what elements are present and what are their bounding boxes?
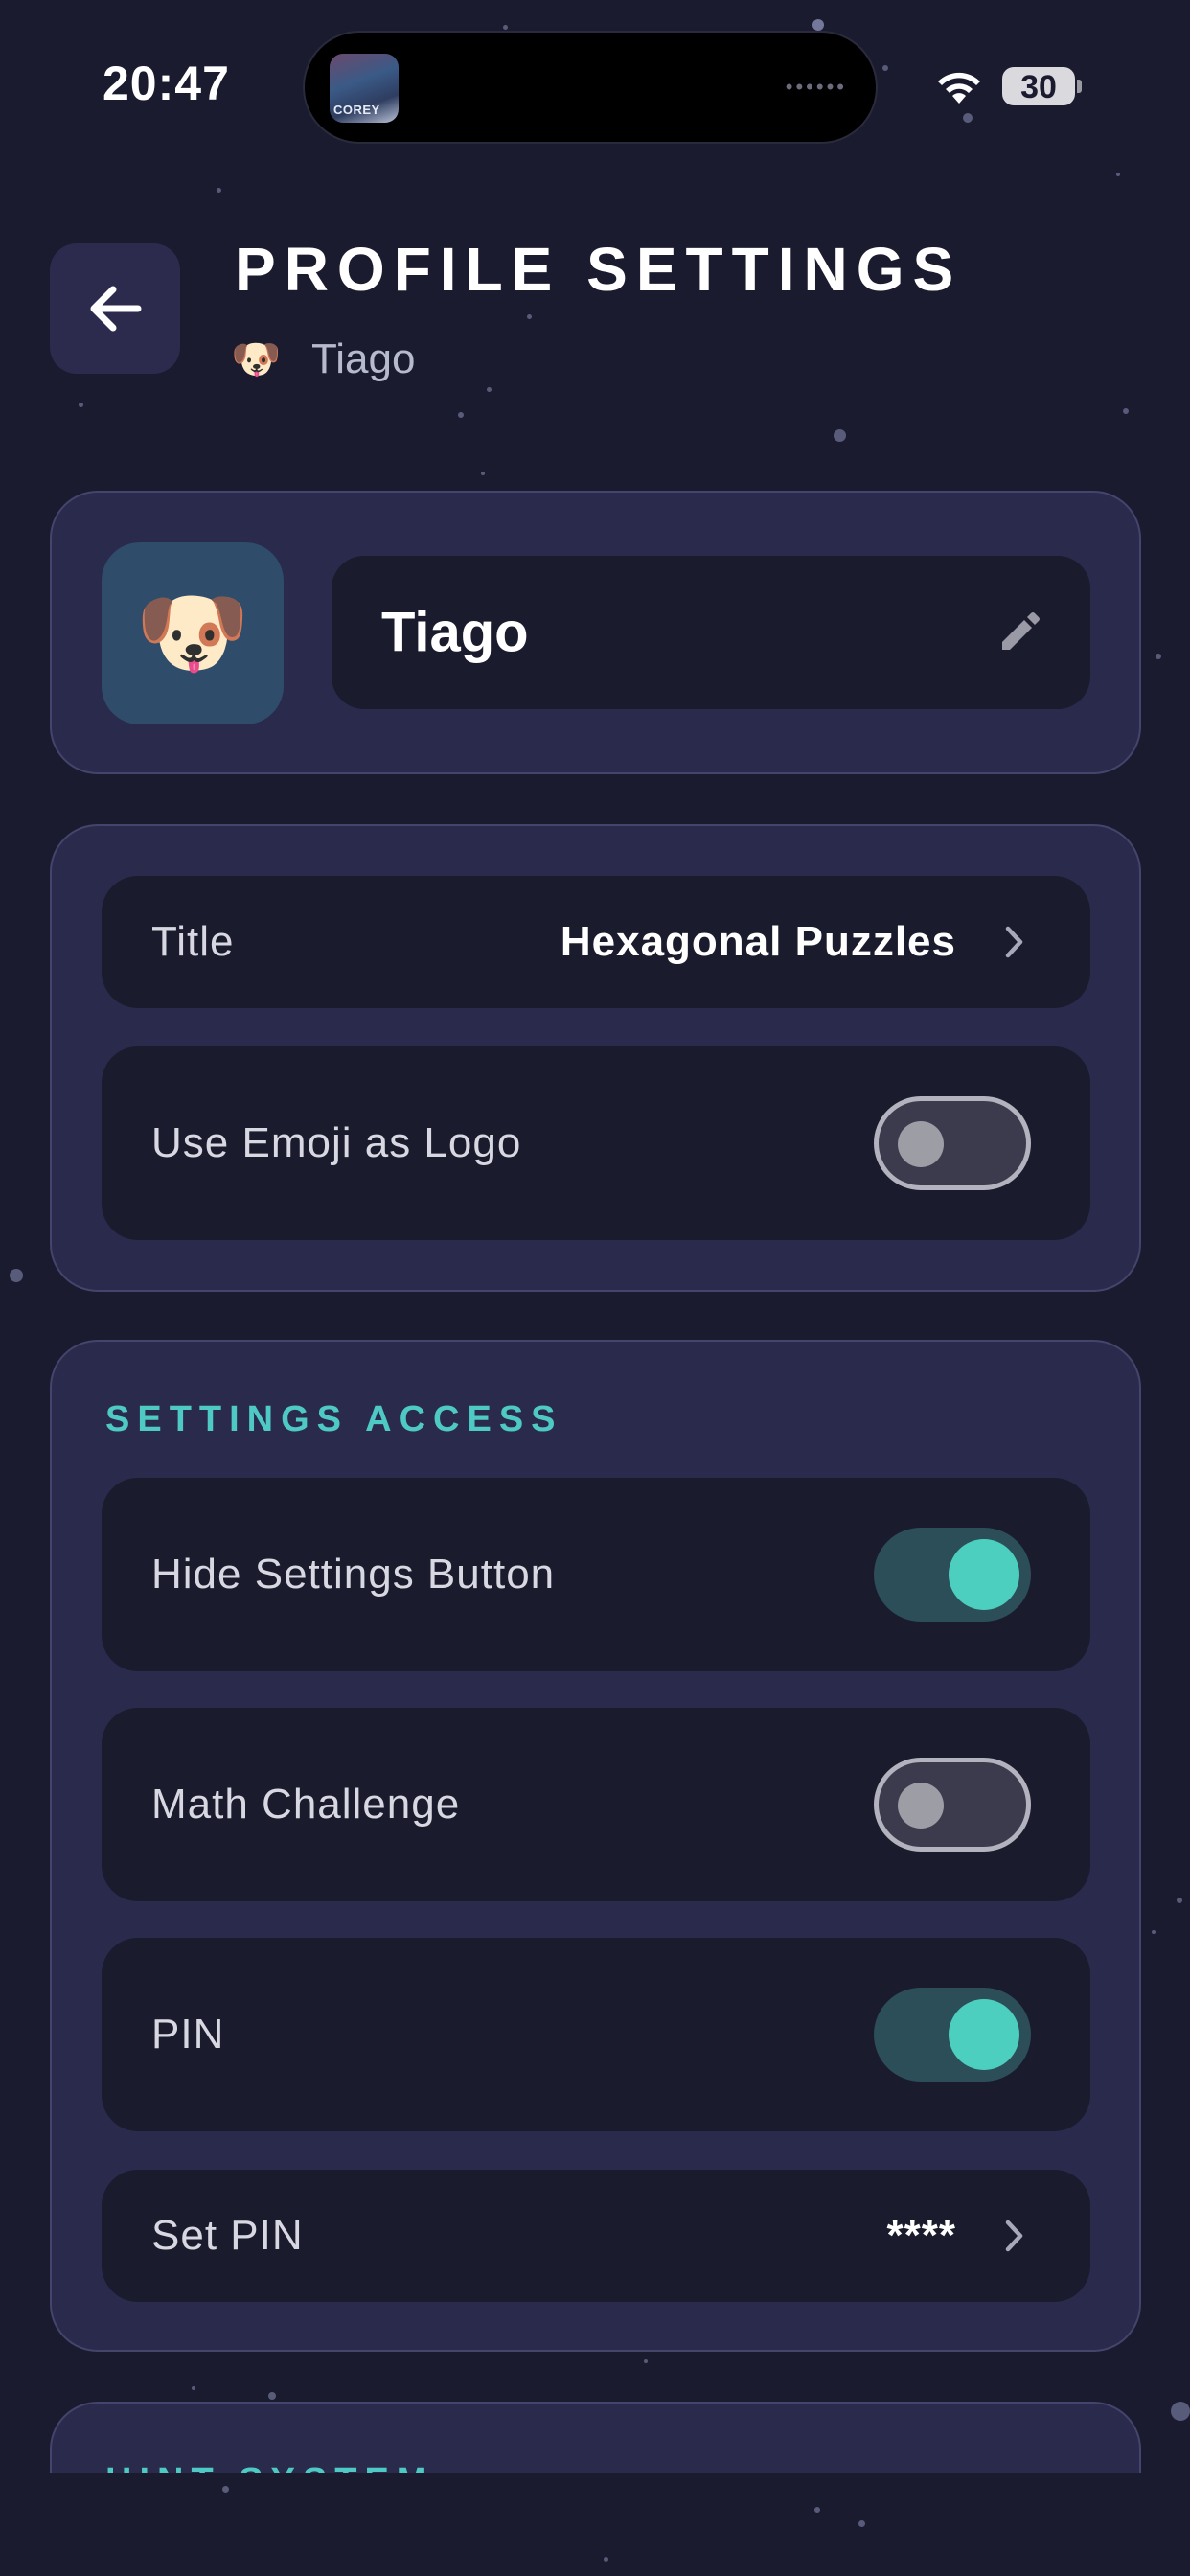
settings-access-card: SETTINGS ACCESS Hide Settings Button Mat… [50,1340,1141,2352]
star [503,25,508,30]
profile-emoji: 🐶 [231,335,282,381]
settings-access-heading: SETTINGS ACCESS [105,1399,563,1439]
star [192,2386,195,2390]
hide-settings-button-label: Hide Settings Button [151,1551,556,1598]
wifi-icon [938,72,980,104]
star [834,429,846,442]
profile-subtitle: 🐶 Tiago [231,335,415,383]
star [268,2392,276,2400]
hide-settings-button-toggle[interactable] [874,1528,1031,1622]
star [814,2507,820,2513]
title-label: Title [151,918,235,965]
title-value: Hexagonal Puzzles [560,918,956,965]
math-challenge-toggle[interactable] [874,1758,1031,1852]
status-time: 20:47 [103,57,230,110]
waveform-icon: •••••• [785,75,847,99]
name-field[interactable]: Tiago [332,556,1090,709]
math-challenge-label: Math Challenge [151,1781,461,1828]
star [963,113,973,123]
star [1152,1930,1156,1934]
name-value: Tiago [381,601,529,664]
pin-toggle[interactable] [874,1988,1031,2082]
star [812,19,824,31]
star [644,2359,648,2363]
math-challenge-row: Math Challenge [102,1708,1090,1901]
profile-settings-screen: 20:47 COREY •••••• 30 PROFILE SETTINGS 🐶… [0,0,1190,2576]
toggle-knob [949,1999,1019,2070]
now-playing-artwork: COREY [330,54,399,123]
chevron-right-icon [1005,2220,1023,2252]
profile-name-label: Tiago [311,335,416,382]
set-pin-label: Set PIN [151,2212,304,2259]
battery-indicator: 30 [1002,67,1082,105]
set-pin-value: **** [886,2212,956,2259]
page-title: PROFILE SETTINGS [235,235,963,304]
star [1156,654,1161,659]
pencil-icon[interactable] [996,610,1042,656]
star [1116,172,1120,176]
hide-settings-button-row: Hide Settings Button [102,1478,1090,1671]
chevron-right-icon [1005,926,1023,958]
general-card: Title Hexagonal Puzzles Use Emoji as Log… [50,824,1141,1292]
battery-level: 30 [1020,69,1057,105]
toggle-knob [949,1539,1019,1610]
dynamic-island[interactable]: COREY •••••• [303,31,878,144]
pin-row: PIN [102,1938,1090,2131]
star [1171,2402,1190,2421]
star [481,472,485,475]
toggle-knob [898,1782,944,1828]
star [604,2557,608,2562]
bottom-safe-area [0,2472,1190,2576]
star [858,2520,865,2527]
star [487,387,492,392]
artwork-text: COREY [333,103,380,117]
use-emoji-logo-toggle[interactable] [874,1096,1031,1190]
title-row[interactable]: Title Hexagonal Puzzles [102,876,1090,1008]
use-emoji-logo-label: Use Emoji as Logo [151,1119,522,1166]
star [222,2486,229,2493]
star [79,402,83,407]
star [1177,1898,1182,1903]
star [1123,408,1129,414]
star [882,65,888,71]
profile-card: 🐶 Tiago [50,491,1141,774]
avatar-button[interactable]: 🐶 [102,542,284,724]
use-emoji-logo-row: Use Emoji as Logo [102,1046,1090,1240]
star [458,412,464,418]
arrow-left-icon [90,286,142,332]
set-pin-row[interactable]: Set PIN **** [102,2170,1090,2302]
toggle-knob [898,1121,944,1167]
back-button[interactable] [50,243,180,374]
star [217,188,221,193]
pin-label: PIN [151,2011,225,2058]
star [10,1269,23,1282]
star [527,314,532,319]
